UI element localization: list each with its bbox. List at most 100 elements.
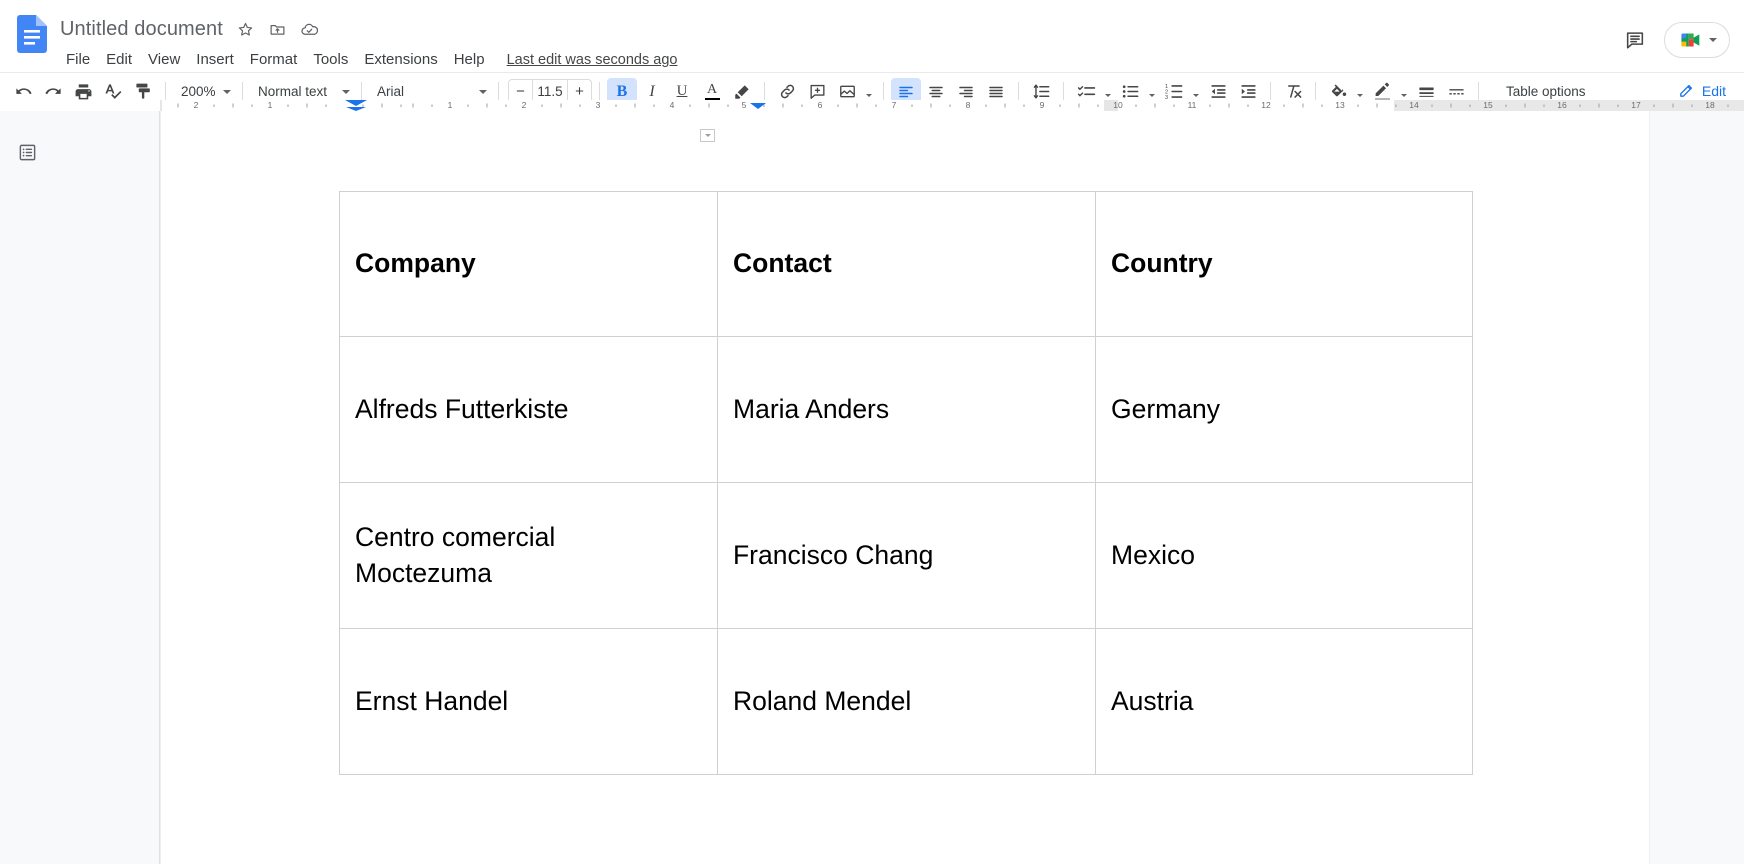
svg-text:10: 10: [1113, 100, 1123, 110]
text-color-label: A: [706, 81, 718, 97]
cell-country[interactable]: Austria: [1095, 628, 1473, 775]
pencil-icon: [1680, 84, 1692, 97]
toolbar-divider: [1018, 81, 1019, 102]
toolbar-divider: [764, 81, 765, 102]
document-outline-icon[interactable]: [12, 137, 42, 167]
toolbar-divider: [1270, 81, 1271, 102]
cell-text-line2: Moctezuma: [355, 557, 492, 588]
data-table[interactable]: Company Contact Country Alfreds Futterki…: [339, 129, 1473, 775]
bold-label: B: [616, 82, 628, 100]
toolbar-divider: [883, 81, 884, 102]
toolbar-divider: [1478, 81, 1479, 102]
edit-mode-label: Edit: [1701, 82, 1726, 99]
cell-contact[interactable]: Maria Anders: [717, 336, 1096, 483]
title-and-menus: Untitled document File Edit View Insert …: [58, 14, 1728, 70]
ruler-graphic[interactable]: 2 1 1 2 3 4 5 6 7 8 9 10 11 12 13 14 15 …: [160, 100, 1744, 111]
svg-text:8: 8: [966, 100, 971, 110]
google-docs-logo[interactable]: [12, 14, 52, 54]
toolbar-divider: [361, 81, 362, 102]
spellcheck-icon[interactable]: [98, 78, 128, 106]
svg-text:1: 1: [268, 100, 273, 110]
google-meet-button[interactable]: [1664, 22, 1730, 58]
svg-text:11: 11: [1188, 100, 1197, 110]
table-menu-caret-icon[interactable]: [700, 129, 715, 142]
menu-item-insert[interactable]: Insert: [188, 49, 242, 70]
cell-text: Contact: [733, 248, 832, 279]
cell-text: Maria Anders: [733, 393, 890, 424]
title-row: Untitled document: [58, 16, 1728, 42]
table-header-company[interactable]: Company: [339, 129, 718, 337]
svg-text:1: 1: [448, 100, 453, 110]
cell-text: Austria: [1111, 685, 1194, 716]
toolbar-divider: [165, 81, 166, 102]
italic-label: I: [649, 82, 655, 100]
table-row: Alfreds Futterkiste Maria Anders Germany: [339, 336, 1473, 483]
svg-text:17: 17: [1631, 100, 1641, 110]
cell-text: Mexico: [1111, 539, 1195, 570]
undo-icon[interactable]: [8, 78, 38, 106]
chevron-down-icon: [1709, 38, 1717, 42]
cell-text: Francisco Chang: [733, 539, 934, 570]
cell-country[interactable]: Mexico: [1095, 482, 1473, 629]
document-scroll-area[interactable]: Company Contact Country Alfreds Futterki…: [160, 111, 1744, 864]
table-header-country[interactable]: Country: [1095, 191, 1473, 337]
table-row: Centro comercial Moctezuma Francisco Cha…: [339, 482, 1473, 629]
menu-item-tools[interactable]: Tools: [305, 49, 356, 70]
ruler-strip[interactable]: 2 1 1 2 3 4 5 6 7 8 9 10 11 12 13 14 15 …: [160, 100, 1744, 111]
cell-company[interactable]: Ernst Handel: [339, 628, 718, 775]
workspace: Company Contact Country Alfreds Futterki…: [0, 111, 1744, 864]
cloud-saved-icon[interactable]: [299, 18, 321, 40]
document-page[interactable]: Company Contact Country Alfreds Futterki…: [161, 111, 1649, 864]
cell-text: Germany: [1111, 393, 1220, 424]
move-to-folder-icon[interactable]: [267, 18, 289, 40]
toolbar-divider: [242, 81, 243, 102]
table-header-contact[interactable]: Contact: [717, 191, 1096, 337]
cell-company[interactable]: Alfreds Futterkiste: [339, 336, 718, 483]
chevron-down-icon: [479, 89, 487, 94]
cell-contact[interactable]: Roland Mendel: [717, 628, 1096, 775]
menu-item-edit[interactable]: Edit: [98, 49, 140, 70]
svg-text:7: 7: [892, 100, 897, 110]
menu-item-help[interactable]: Help: [446, 49, 493, 70]
menu-item-file[interactable]: File: [58, 49, 98, 70]
star-icon[interactable]: [235, 18, 257, 40]
cell-text: Alfreds Futterkiste: [355, 393, 569, 424]
paint-format-icon[interactable]: [128, 78, 158, 106]
last-edit-status[interactable]: Last edit was seconds ago: [507, 52, 678, 68]
menu-item-view[interactable]: View: [140, 49, 188, 70]
chevron-down-icon: [342, 89, 350, 94]
svg-text:12: 12: [1261, 100, 1271, 110]
cell-company[interactable]: Centro comercial Moctezuma: [339, 482, 718, 629]
toolbar-divider: [498, 81, 499, 102]
cell-text: Country: [1111, 248, 1213, 279]
comment-history-icon[interactable]: [1622, 27, 1648, 53]
svg-text:3: 3: [596, 100, 601, 110]
svg-text:9: 9: [1040, 100, 1045, 110]
paragraph-style-value: Normal text: [258, 84, 328, 99]
print-icon[interactable]: [68, 78, 98, 106]
menu-item-format[interactable]: Format: [242, 49, 306, 70]
outline-rail: [0, 111, 160, 864]
svg-text:2: 2: [194, 100, 199, 110]
cell-text: Roland Mendel: [733, 685, 912, 716]
zoom-value: 200%: [181, 84, 216, 99]
svg-text:2: 2: [522, 100, 527, 110]
svg-text:18: 18: [1705, 100, 1715, 110]
svg-text:13: 13: [1335, 100, 1345, 110]
cell-contact[interactable]: Francisco Chang: [717, 482, 1096, 629]
svg-text:15: 15: [1483, 100, 1493, 110]
toolbar-divider: [599, 81, 600, 102]
underline-label: U: [676, 83, 688, 99]
svg-text:14: 14: [1409, 100, 1419, 110]
title-bar: Untitled document File Edit View Insert …: [0, 0, 1744, 72]
svg-text:6: 6: [818, 100, 823, 110]
toolbar-divider: [1063, 81, 1064, 102]
cell-country[interactable]: Germany: [1095, 336, 1473, 483]
cell-text: Company: [355, 248, 476, 279]
table-header-row: Company Contact Country: [339, 129, 1473, 337]
font-family-value: Arial: [377, 84, 405, 99]
redo-icon[interactable]: [38, 78, 68, 106]
menu-item-extensions[interactable]: Extensions: [356, 49, 445, 70]
document-title[interactable]: Untitled document: [58, 18, 225, 41]
toolbar-divider: [1315, 81, 1316, 102]
